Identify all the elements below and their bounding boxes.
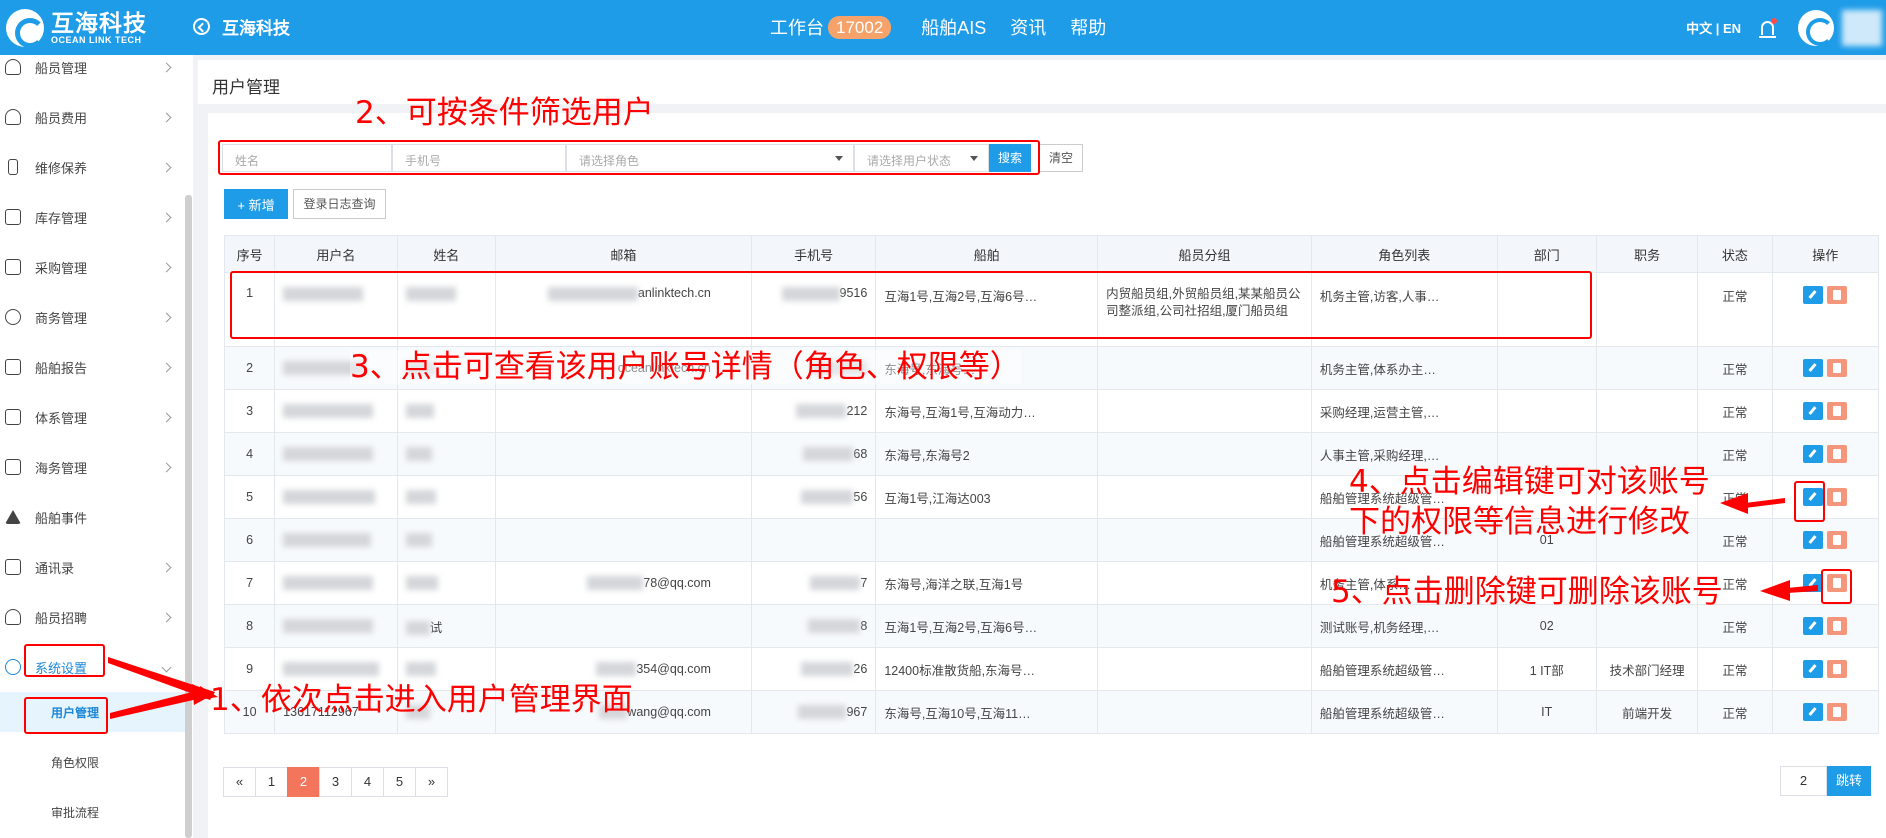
arrow-to-edit-head-icon	[1720, 493, 1748, 514]
arrow-to-user-mgmt-icon	[110, 690, 202, 719]
annotation-arrows	[108, 493, 1818, 719]
arrow-to-user-mgmt-head-icon	[192, 684, 214, 705]
arrow-to-delete-head-icon	[1760, 580, 1790, 601]
arrow-to-edit-icon	[1745, 498, 1785, 508]
arrow-to-delete-icon	[1787, 585, 1818, 593]
